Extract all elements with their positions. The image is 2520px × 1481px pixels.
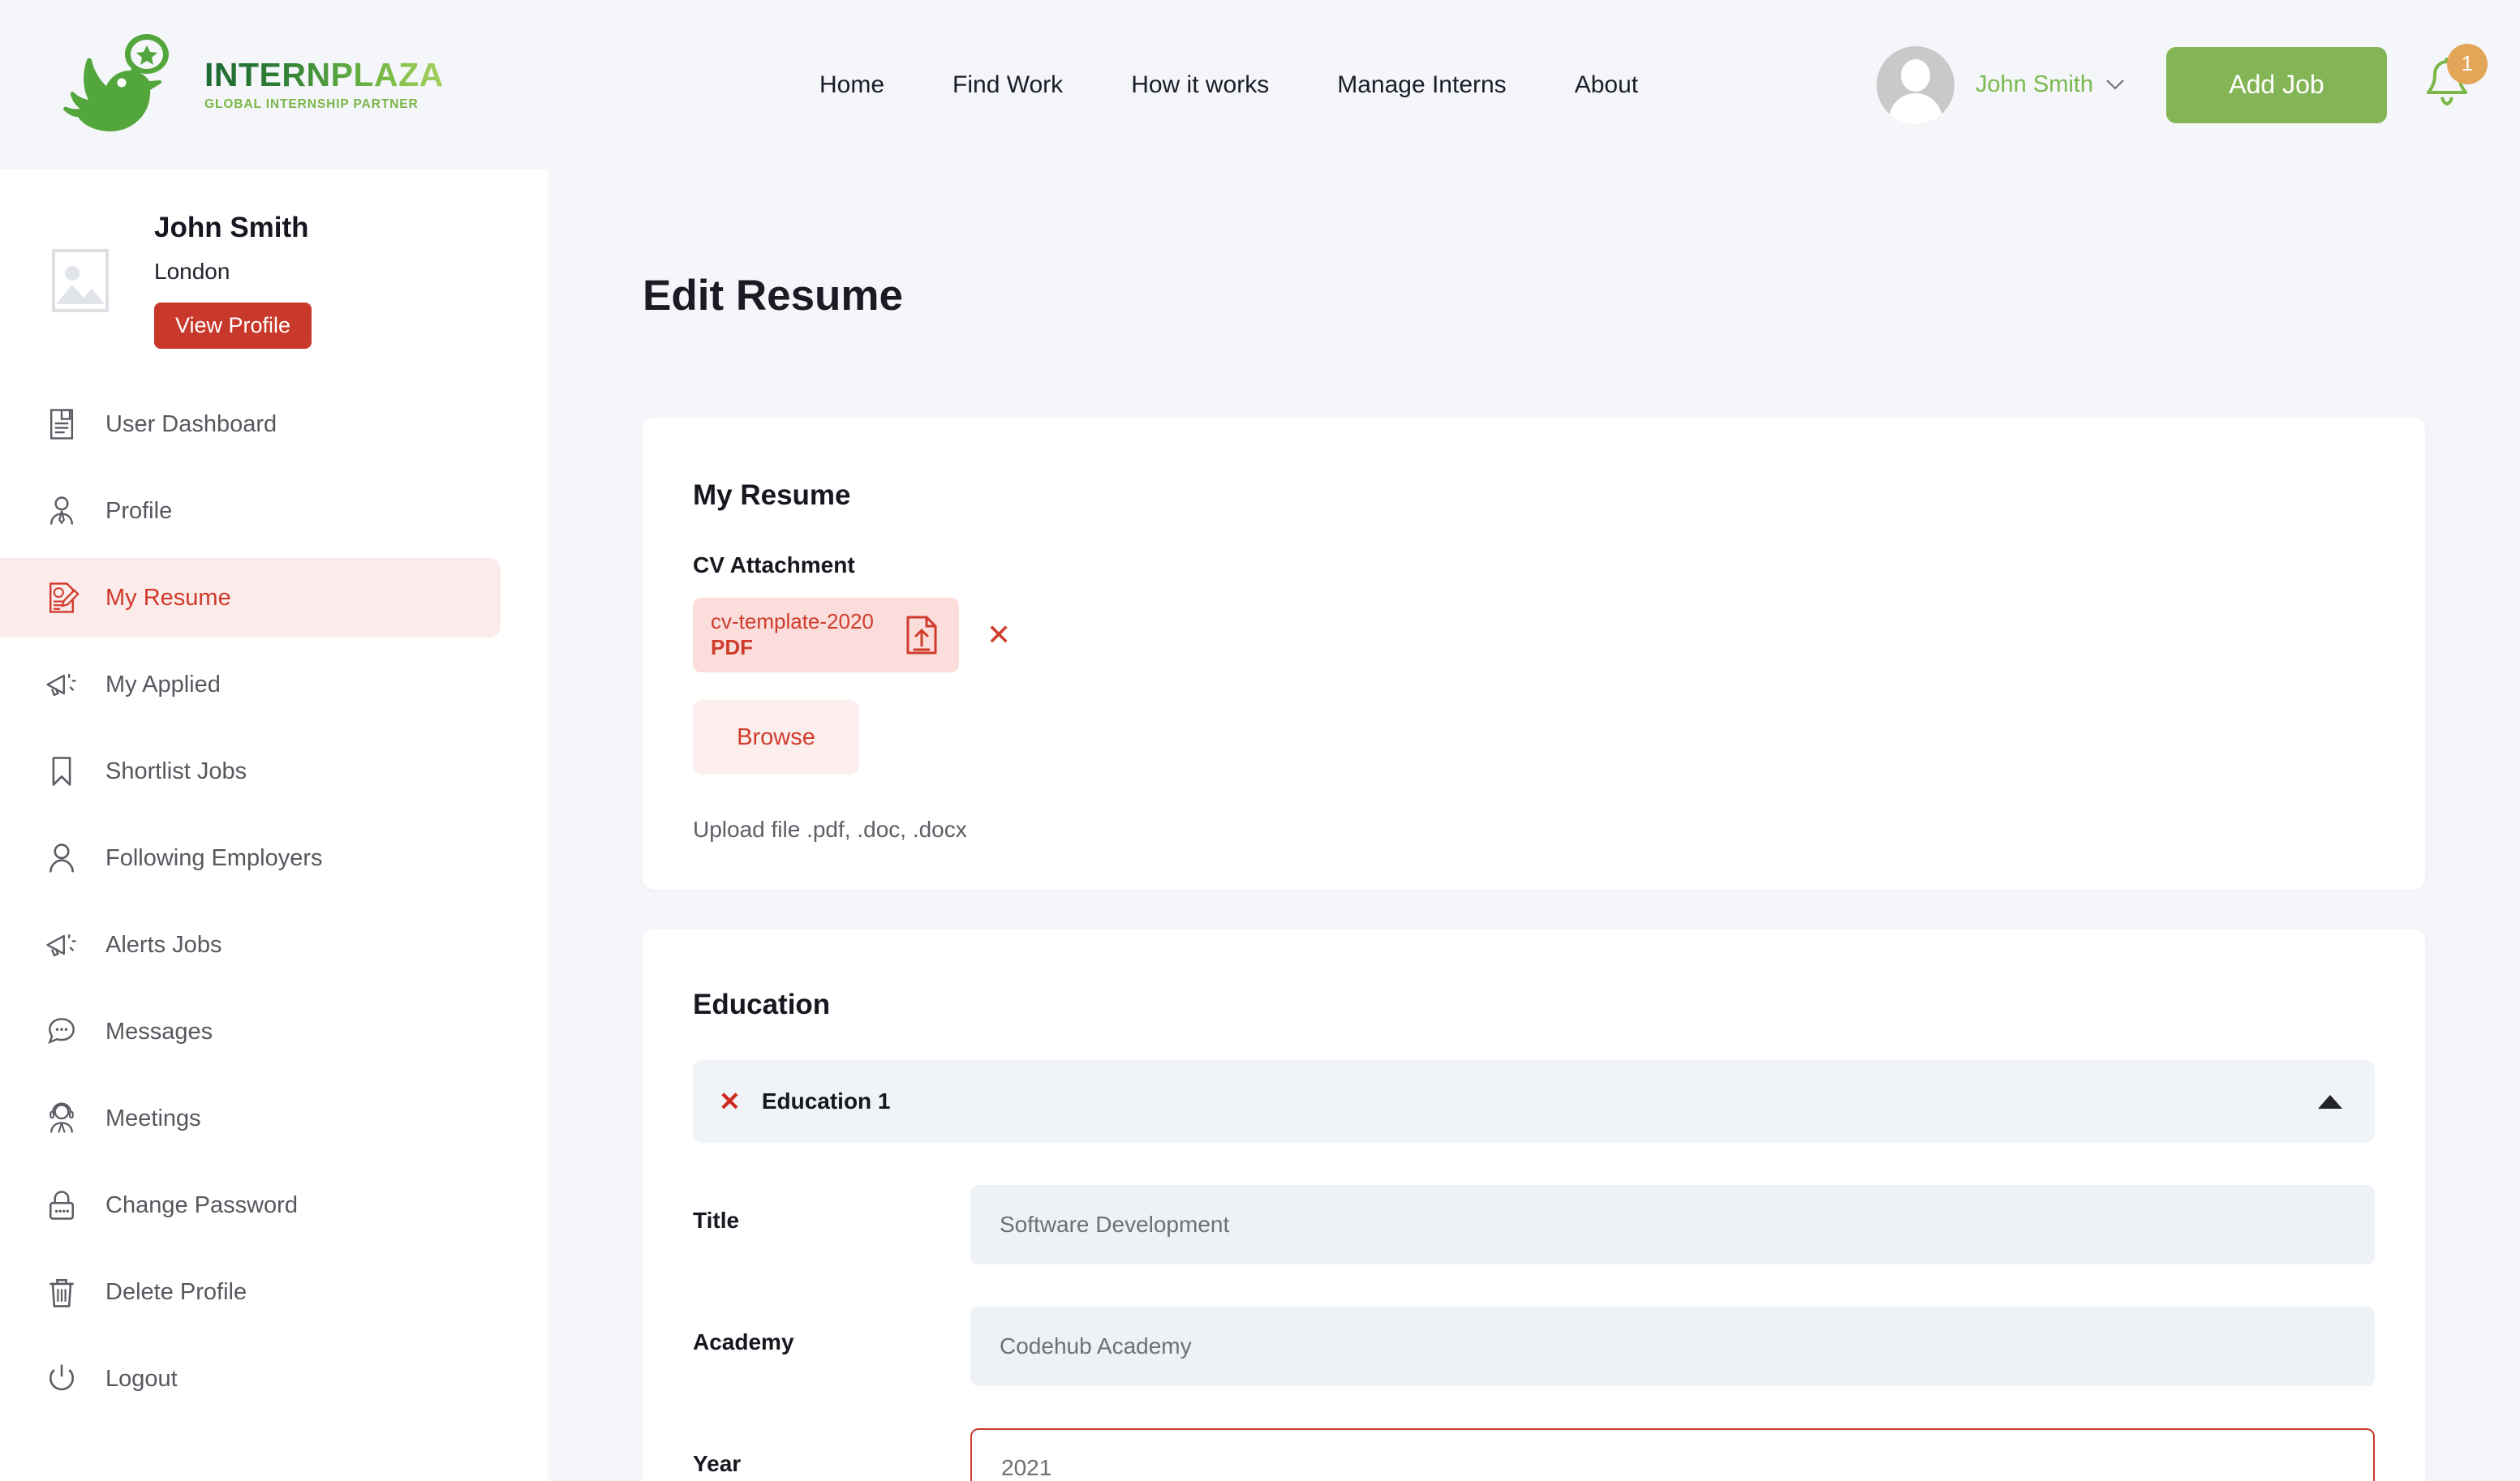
education-card: Education ✕ Education 1 Title Academy Ye… bbox=[643, 929, 2425, 1481]
education-accordion-header[interactable]: ✕ Education 1 bbox=[693, 1060, 2375, 1143]
sidebar-item-label: My Applied bbox=[105, 671, 221, 698]
app-root: INTERNPLAZA GLOBAL INTERNSHIP PARTNER Ho… bbox=[0, 0, 2520, 1481]
my-resume-card: My Resume CV Attachment cv-template-2020… bbox=[643, 418, 2425, 890]
my-resume-heading: My Resume bbox=[693, 479, 851, 511]
chat-bubble-icon bbox=[42, 1012, 81, 1051]
resume-edit-icon bbox=[42, 578, 81, 617]
page-title: Edit Resume bbox=[643, 272, 904, 320]
field-label: Title bbox=[693, 1208, 740, 1233]
nav-item-how-it-works[interactable]: How it works bbox=[1131, 60, 1269, 110]
sidebar-item-label: Delete Profile bbox=[105, 1278, 247, 1305]
cv-attachment-block: CV Attachment cv-template-2020 PDF ✕ Bro… bbox=[643, 552, 2425, 843]
upload-hint-text: Upload file .pdf, .doc, .docx bbox=[693, 817, 967, 842]
view-profile-button[interactable]: View Profile bbox=[154, 303, 312, 349]
remove-education-button[interactable]: ✕ bbox=[719, 1088, 741, 1114]
sidebar-item-label: Profile bbox=[105, 497, 173, 524]
field-label: Year bbox=[693, 1451, 742, 1476]
nav-item-manage-interns[interactable]: Manage Interns bbox=[1337, 60, 1506, 110]
megaphone-icon bbox=[42, 665, 81, 704]
education-heading: Education bbox=[693, 989, 831, 1020]
trash-icon bbox=[42, 1273, 81, 1311]
image-placeholder-icon bbox=[42, 243, 118, 319]
brand-title: INTERNPLAZA bbox=[204, 55, 444, 93]
sidebar-item-shortlist-jobs[interactable]: Shortlist Jobs bbox=[0, 732, 501, 811]
sidebar-item-label: My Resume bbox=[105, 584, 231, 611]
sidebar-item-label: Following Employers bbox=[105, 844, 323, 871]
browse-button[interactable]: Browse bbox=[693, 700, 859, 775]
sidebar-item-alerts-jobs[interactable]: Alerts Jobs bbox=[0, 905, 501, 985]
user-outline-icon bbox=[42, 839, 81, 878]
sidebar-item-label: Alerts Jobs bbox=[105, 931, 222, 958]
sidebar-item-my-applied[interactable]: My Applied bbox=[0, 645, 501, 724]
sidebar-profile-name: John Smith bbox=[154, 212, 309, 243]
academy-input[interactable] bbox=[970, 1307, 2375, 1386]
caret-up-icon[interactable] bbox=[2318, 1094, 2342, 1109]
sidebar: John Smith London View Profile User Dash… bbox=[0, 170, 548, 1481]
sidebar-item-label: Logout bbox=[105, 1365, 178, 1392]
cv-file-chip[interactable]: cv-template-2020 PDF bbox=[693, 598, 959, 672]
user-menu-label[interactable]: John Smith bbox=[1976, 71, 2093, 98]
brand-logo[interactable]: INTERNPLAZA GLOBAL INTERNSHIP PARTNER bbox=[63, 32, 444, 138]
chevron-down-icon[interactable] bbox=[2106, 79, 2124, 90]
megaphone-icon bbox=[42, 925, 81, 964]
education-accordion-title: Education 1 bbox=[761, 1088, 891, 1114]
sidebar-item-label: Change Password bbox=[105, 1191, 298, 1218]
nav-item-find-work[interactable]: Find Work bbox=[953, 60, 1063, 110]
title-input[interactable] bbox=[970, 1185, 2375, 1264]
field-label: Academy bbox=[693, 1329, 794, 1354]
year-input[interactable] bbox=[970, 1428, 2375, 1481]
sidebar-item-meetings[interactable]: Meetings bbox=[0, 1079, 501, 1158]
sidebar-item-logout[interactable]: Logout bbox=[0, 1339, 501, 1419]
cv-file-type: PDF bbox=[711, 635, 753, 660]
sidebar-item-label: Messages bbox=[105, 1018, 213, 1045]
sidebar-item-delete-profile[interactable]: Delete Profile bbox=[0, 1252, 501, 1332]
power-icon bbox=[42, 1359, 81, 1398]
sidebar-item-user-dashboard[interactable]: User Dashboard bbox=[0, 384, 501, 464]
sidebar-item-change-password[interactable]: Change Password bbox=[0, 1165, 501, 1245]
nav-item-home[interactable]: Home bbox=[819, 60, 884, 110]
sidebar-item-label: Shortlist Jobs bbox=[105, 758, 247, 784]
brand-tagline: GLOBAL INTERNSHIP PARTNER bbox=[204, 97, 419, 111]
cv-file-row: cv-template-2020 PDF ✕ bbox=[693, 598, 2425, 672]
cv-file-name: cv-template-2020 bbox=[711, 608, 874, 633]
sidebar-profile: John Smith London View Profile bbox=[0, 170, 548, 349]
education-field-academy: Academy bbox=[693, 1264, 2375, 1386]
header-actions: John Smith Add Job 1 bbox=[1876, 0, 2488, 170]
site-header: INTERNPLAZA GLOBAL INTERNSHIP PARTNER Ho… bbox=[0, 0, 2520, 170]
sidebar-item-messages[interactable]: Messages bbox=[0, 992, 501, 1071]
remove-cv-button[interactable]: ✕ bbox=[987, 620, 1011, 650]
sidebar-item-label: Meetings bbox=[105, 1105, 201, 1131]
notifications-bell[interactable]: 1 bbox=[2424, 43, 2488, 114]
dashboard-document-icon bbox=[42, 405, 81, 444]
sidebar-item-label: User Dashboard bbox=[105, 410, 277, 437]
sidebar-item-profile[interactable]: Profile bbox=[0, 471, 501, 551]
main-nav: Home Find Work How it works Manage Inter… bbox=[819, 0, 1638, 170]
cv-attachment-label: CV Attachment bbox=[693, 552, 855, 577]
sidebar-item-my-resume[interactable]: My Resume bbox=[0, 558, 501, 637]
lock-icon bbox=[42, 1186, 81, 1225]
bird-star-logo-icon bbox=[63, 32, 193, 138]
notification-count-badge: 1 bbox=[2447, 43, 2488, 84]
nav-item-about[interactable]: About bbox=[1575, 60, 1638, 110]
user-tie-icon bbox=[42, 492, 81, 530]
education-field-title: Title bbox=[693, 1143, 2375, 1264]
sidebar-menu: User Dashboard Profile My Resume My Appl… bbox=[0, 384, 548, 1419]
add-job-button[interactable]: Add Job bbox=[2166, 46, 2387, 123]
user-avatar-icon[interactable] bbox=[1876, 45, 1955, 124]
sidebar-item-following-employers[interactable]: Following Employers bbox=[0, 818, 501, 898]
bookmark-icon bbox=[42, 752, 81, 791]
file-upload-icon[interactable] bbox=[905, 615, 938, 655]
headset-agent-icon bbox=[42, 1099, 81, 1138]
education-field-year: Year bbox=[693, 1386, 2375, 1481]
main-content: Edit Resume My Resume CV Attachment cv-t… bbox=[548, 170, 2520, 1481]
sidebar-profile-location: London bbox=[154, 259, 230, 284]
